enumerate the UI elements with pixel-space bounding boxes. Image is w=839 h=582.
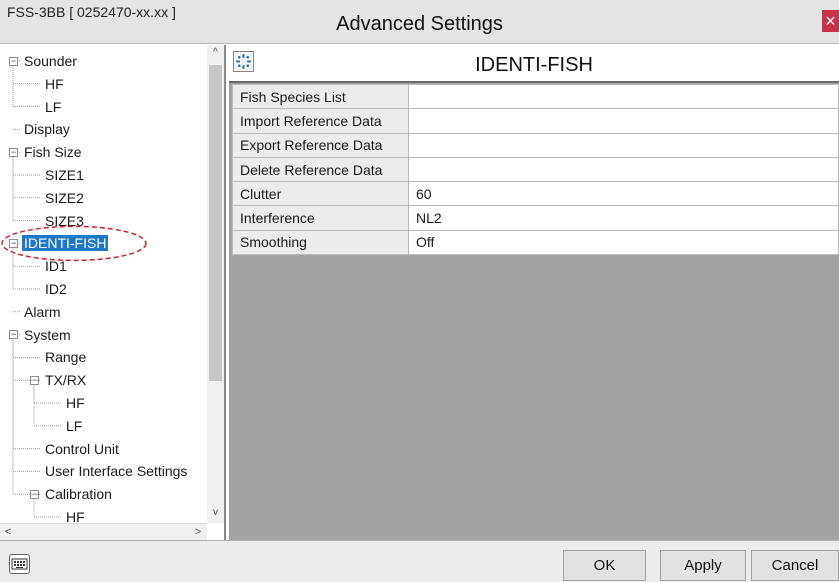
setting-name: Export Reference Data <box>232 132 409 158</box>
horizontal-scrollbar[interactable]: < > <box>0 523 207 540</box>
scroll-right-arrow-icon[interactable]: > <box>190 524 206 541</box>
setting-name: Delete Reference Data <box>232 156 409 183</box>
keyboard-icon <box>11 558 28 570</box>
menu-tree: Sounder−HFLFDisplayFish Size−SIZE1SIZE2S… <box>0 45 207 523</box>
setting-value[interactable] <box>408 156 839 183</box>
setting-name: Fish Species List <box>232 83 409 110</box>
panel-title: IDENTI-FISH <box>475 54 593 76</box>
setting-value[interactable] <box>408 108 839 134</box>
setting-value[interactable]: NL2 <box>408 205 839 231</box>
scroll-left-arrow-icon[interactable]: < <box>0 524 16 541</box>
setting-name: Smoothing <box>232 229 409 256</box>
window-title: Advanced Settings <box>336 13 503 35</box>
title-bar: FSS-3BB [ 0252470-xx.xx ] Advanced Setti… <box>0 0 839 44</box>
setting-name: Interference <box>232 205 409 231</box>
ok-button[interactable]: OK <box>563 550 646 581</box>
setting-value[interactable]: 60 <box>408 181 839 207</box>
scroll-up-arrow-icon[interactable]: ^ <box>207 45 224 61</box>
close-icon: × <box>825 11 836 31</box>
settings-row[interactable]: Delete Reference Data <box>232 156 839 183</box>
panel-header: IDENTI-FISH <box>229 45 839 83</box>
setting-value[interactable] <box>408 132 839 158</box>
settings-pane: IDENTI-FISH Fish Species List Import Refe… <box>229 45 839 540</box>
vertical-scrollbar[interactable]: ^ v <box>207 45 224 523</box>
setting-value[interactable] <box>408 83 839 110</box>
setting-name: Clutter <box>232 181 409 207</box>
scroll-down-arrow-icon[interactable]: v <box>207 505 224 521</box>
settings-row[interactable]: Export Reference Data <box>232 132 839 158</box>
cancel-button[interactable]: Cancel <box>751 550 839 581</box>
settings-row[interactable]: Fish Species List <box>232 83 839 110</box>
tree-connector-lines <box>1 60 147 518</box>
settings-row[interactable]: Interference NL2 <box>232 205 839 231</box>
close-button[interactable]: × <box>822 10 839 32</box>
setting-value[interactable]: Off <box>408 229 839 256</box>
keyboard-button[interactable] <box>9 554 30 574</box>
scrollbar-thumb[interactable] <box>209 65 222 381</box>
annotation-highlight-ellipse <box>1 225 147 262</box>
menu-tree-pane: Sounder−HFLFDisplayFish Size−SIZE1SIZE2S… <box>0 45 226 540</box>
settings-row[interactable]: Clutter 60 <box>232 181 839 207</box>
settings-row[interactable]: Smoothing Off <box>232 229 839 256</box>
settings-row[interactable]: Import Reference Data <box>232 108 839 134</box>
apply-button[interactable]: Apply <box>660 550 746 581</box>
settings-table: Fish Species List Import Reference Data Ex… <box>232 83 839 256</box>
setting-name: Import Reference Data <box>232 108 409 134</box>
footer-bar: OK Apply Cancel <box>0 540 839 582</box>
